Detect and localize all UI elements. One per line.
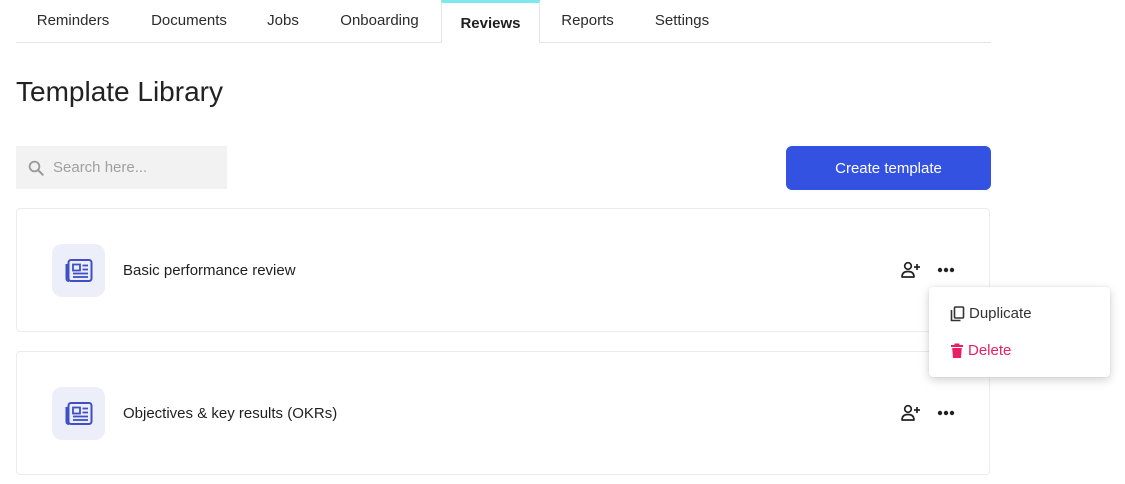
page-title: Template Library bbox=[16, 76, 223, 107]
tab-bar: Reminders Documents Jobs Onboarding Revi… bbox=[16, 0, 991, 43]
tab-reviews[interactable]: Reviews bbox=[441, 0, 540, 43]
delete-menu-item[interactable]: Delete bbox=[950, 342, 1011, 359]
template-card[interactable]: Objectives & key results (OKRs) bbox=[16, 351, 990, 475]
duplicate-menu-item[interactable]: Duplicate bbox=[950, 305, 1032, 322]
tab-reminders[interactable]: Reminders bbox=[16, 0, 130, 41]
tab-documents[interactable]: Documents bbox=[130, 0, 248, 41]
newspaper-icon bbox=[65, 258, 92, 282]
template-title: Objectives & key results (OKRs) bbox=[123, 405, 338, 422]
more-horizontal-icon bbox=[937, 267, 955, 273]
add-person-icon bbox=[901, 261, 920, 278]
more-options-button[interactable] bbox=[935, 402, 957, 424]
tab-reports[interactable]: Reports bbox=[540, 0, 635, 41]
trash-icon bbox=[951, 343, 963, 358]
delete-label: Delete bbox=[968, 342, 1012, 359]
template-icon-tile bbox=[52, 244, 105, 297]
search-icon bbox=[28, 160, 44, 176]
assign-button[interactable] bbox=[900, 402, 922, 424]
more-options-button[interactable] bbox=[935, 259, 957, 281]
tab-onboarding[interactable]: Onboarding bbox=[318, 0, 441, 41]
assign-button[interactable] bbox=[900, 259, 922, 281]
context-menu: Duplicate Delete bbox=[929, 287, 1110, 377]
copy-icon bbox=[950, 305, 965, 321]
more-horizontal-icon bbox=[937, 410, 955, 416]
newspaper-icon bbox=[65, 401, 92, 425]
template-icon-tile bbox=[52, 387, 105, 440]
tab-settings[interactable]: Settings bbox=[635, 0, 729, 41]
create-template-button[interactable]: Create template bbox=[786, 146, 991, 190]
template-title: Basic performance review bbox=[123, 262, 296, 279]
template-card[interactable]: Basic performance review bbox=[16, 208, 990, 332]
search-box[interactable] bbox=[16, 146, 227, 189]
add-person-icon bbox=[901, 404, 920, 421]
search-input[interactable] bbox=[51, 158, 215, 177]
duplicate-label: Duplicate bbox=[969, 305, 1032, 322]
tab-jobs[interactable]: Jobs bbox=[248, 0, 318, 41]
